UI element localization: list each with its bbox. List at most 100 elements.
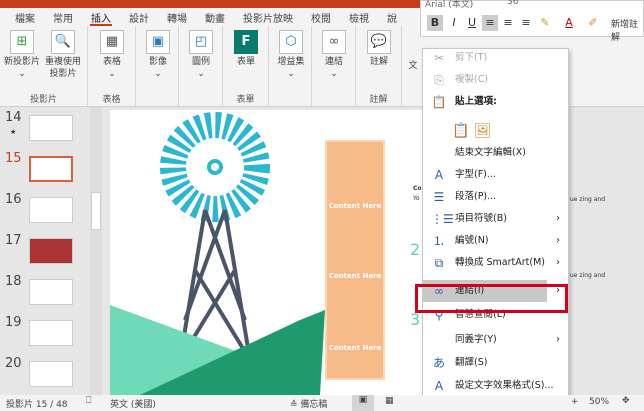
group-slides: ⊞ 新投影片 ⌄ 🔍 重複使用投影片 投影片 <box>0 26 88 107</box>
menu-item-13[interactable]: A 設定文字效果格式(S)... <box>423 375 568 397</box>
tab-slideshow[interactable]: 投影片放映 <box>234 8 302 26</box>
slide-thumb-14[interactable]: 14 ★ <box>0 110 90 150</box>
notes-button[interactable]: ≙ 備忘稿 <box>290 397 327 410</box>
animation-star-icon: ★ <box>10 128 17 136</box>
table-icon: ▦ <box>100 30 124 54</box>
menu-item-8[interactable]: ⧉ 轉換成 SmartArt(M) › <box>423 252 568 274</box>
normal-view-button[interactable]: ▣ <box>352 395 374 411</box>
menu-item-label: 轉換成 SmartArt(M) <box>455 257 545 268</box>
tab-home[interactable]: 常用 <box>44 8 82 26</box>
chevron-right-icon: › <box>556 235 560 246</box>
menu-item-label: 設定文字效果格式(S)... <box>455 380 554 391</box>
menu-item-7[interactable]: ⒈ 編號(N) › <box>423 230 568 252</box>
highlight-box <box>415 284 568 313</box>
shapes-icon: ◰ <box>189 30 213 54</box>
addins-button[interactable]: ⬡ 增益集 ⌄ <box>273 30 309 80</box>
chevron-right-icon: › <box>556 213 560 224</box>
language-indicator[interactable]: 英文 (美國) <box>110 397 156 410</box>
slide-thumb-19[interactable]: 19 <box>0 315 90 355</box>
new-slide-button[interactable]: ⊞ 新投影片 ⌄ <box>4 30 40 80</box>
slide-thumb-16[interactable]: 16 <box>0 192 90 232</box>
windmill-wheel <box>160 112 270 222</box>
menu-item-label: 翻譯(S) <box>455 357 488 368</box>
images-button[interactable]: ▣ 影像 ⌄ <box>140 30 176 80</box>
format-painter-icon[interactable]: ✐ <box>585 15 601 31</box>
reuse-slides-icon: 🔍 <box>51 30 75 54</box>
paste-options-icons[interactable]: 📋 🖼 <box>452 123 492 139</box>
slide-thumb-17[interactable]: 17 <box>0 233 90 273</box>
menu-item-label: 貼上選項: <box>455 96 497 107</box>
tab-animations[interactable]: 動畫 <box>196 8 234 26</box>
bold-button[interactable]: B <box>427 15 443 31</box>
highlight-icon[interactable]: ✎ <box>537 15 553 31</box>
font-size-field[interactable]: 36 <box>507 0 518 7</box>
copy-icon: ⎘ <box>434 73 444 87</box>
menu-item-6[interactable]: ⋮☰ 項目符號(B) › <box>423 208 568 230</box>
slide-canvas[interactable]: Content Here Content Here Content Here 2… <box>110 110 430 395</box>
text-effects-icon: A <box>434 379 444 393</box>
zoom-level[interactable]: 50% <box>589 397 609 407</box>
menu-item-label: 同義字(Y) <box>455 334 497 345</box>
slide-thumb-20[interactable]: 20 <box>0 356 90 396</box>
italic-button[interactable]: I <box>446 15 462 31</box>
font-color-icon[interactable]: A <box>561 15 577 31</box>
slide-scrollbar[interactable] <box>628 110 642 395</box>
underline-button[interactable]: U <box>464 15 480 31</box>
slide-thumb-15[interactable]: 15 <box>0 151 90 191</box>
addins-icon: ⬡ <box>279 30 303 54</box>
tab-transitions[interactable]: 轉場 <box>158 8 196 26</box>
zoom-in-button[interactable]: + <box>571 397 579 407</box>
accessibility-icon[interactable]: ⎕ <box>86 396 91 406</box>
font-name-field[interactable]: Arial (本文) <box>425 0 473 10</box>
link-icon: ∞ <box>322 30 346 54</box>
smartart-icon: ⧉ <box>434 256 444 270</box>
illustrations-button[interactable]: ◰ 圖例 ⌄ <box>183 30 219 80</box>
tab-review[interactable]: 校閱 <box>302 8 340 26</box>
menu-item-1[interactable]: ⎘ 複製(C) <box>423 69 568 91</box>
links-button[interactable]: ∞ 連結 ⌄ <box>316 30 352 80</box>
tab-insert[interactable]: 插入 <box>82 8 120 26</box>
group-links: ∞ 連結 ⌄ <box>312 26 356 107</box>
tab-design[interactable]: 設計 <box>120 8 158 26</box>
menu-item-4[interactable]: A 字型(F)... <box>423 164 568 186</box>
group-images: ▣ 影像 ⌄ <box>136 26 179 107</box>
mini-toolbar: Arial (本文) 36 B I U ≡ ≡ ≡ ✎ A ✐ 新增註解 <box>420 0 644 43</box>
slide-sorter-button[interactable]: ▦ <box>385 396 394 406</box>
image-icon: ▣ <box>146 30 170 54</box>
forms-icon: F <box>234 30 258 54</box>
tab-view[interactable]: 檢視 <box>340 8 378 26</box>
group-comments: 💬 註解 註解 <box>356 26 402 107</box>
numbering-icon: ⒈ <box>432 234 445 248</box>
menu-item-0[interactable]: ✂ 剪下(T) <box>423 47 568 69</box>
chevron-right-icon: › <box>556 334 560 345</box>
fit-to-window-icon[interactable]: ✥ <box>622 396 630 406</box>
paste-icon: 📋 <box>431 95 447 109</box>
menu-item-2[interactable]: 📋 貼上選項: <box>423 91 568 113</box>
reuse-slides-button[interactable]: 🔍 重複使用投影片 <box>42 30 84 80</box>
menu-item-11[interactable]: 同義字(Y) › <box>423 329 568 351</box>
menu-item-5[interactable]: ☰ 段落(P)... <box>423 186 568 208</box>
align-right-icon[interactable]: ≡ <box>518 15 534 31</box>
chevron-right-icon: › <box>556 257 560 268</box>
slide-counter: 投影片 15 / 48 <box>6 400 68 410</box>
table-button[interactable]: ▦ 表格 ⌄ <box>94 30 130 80</box>
slide-thumb-18[interactable]: 18 <box>0 274 90 314</box>
paragraph-icon: ☰ <box>433 190 445 204</box>
new-slide-icon: ⊞ <box>10 30 34 54</box>
menu-item-12[interactable]: あ翻譯(S) <box>423 352 568 374</box>
align-left-icon[interactable]: ≡ <box>482 15 498 31</box>
menu-item-label: 字型(F)... <box>455 169 496 180</box>
tab-file[interactable]: 檔案 <box>6 8 44 26</box>
menu-item-label: 複製(C) <box>455 74 489 85</box>
align-center-icon[interactable]: ≡ <box>500 15 516 31</box>
forms-button[interactable]: F 表單 <box>228 30 264 68</box>
tab-help[interactable]: 說 <box>378 8 406 26</box>
translate-icon: あ <box>432 356 445 370</box>
comment-icon: 💬 <box>367 30 391 54</box>
thumbnail-scrollbar[interactable] <box>90 107 102 395</box>
comment-button[interactable]: 💬 註解 <box>361 30 397 68</box>
content-panel: Content Here Content Here Content Here <box>325 140 385 380</box>
new-comment-button[interactable]: 新增註解 <box>611 17 643 43</box>
text-button[interactable]: 文 <box>406 30 420 71</box>
menu-item-3[interactable]: 結束文字編輯(X) <box>423 142 568 164</box>
